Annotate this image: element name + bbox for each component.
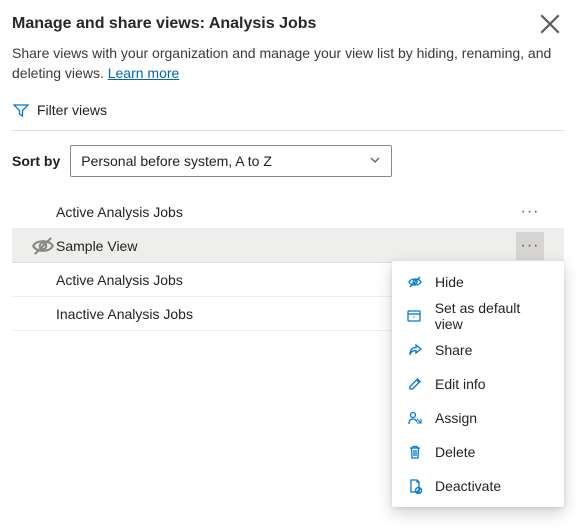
menu-item-label: Set as default view bbox=[435, 300, 550, 332]
menu-item-delete[interactable]: Delete bbox=[392, 435, 564, 469]
menu-item-label: Delete bbox=[435, 444, 475, 460]
assign-icon bbox=[406, 410, 423, 427]
menu-item-assign[interactable]: Assign bbox=[392, 401, 564, 435]
deactivate-icon bbox=[406, 478, 423, 495]
learn-more-link[interactable]: Learn more bbox=[108, 65, 180, 81]
view-row[interactable]: Sample View ··· bbox=[12, 229, 564, 263]
filter-label: Filter views bbox=[37, 102, 107, 118]
menu-item-share[interactable]: Share bbox=[392, 333, 564, 367]
close-button[interactable] bbox=[536, 10, 564, 38]
hidden-icon bbox=[30, 233, 56, 259]
description-text: Share views with your organization and m… bbox=[12, 45, 551, 81]
sort-by-select[interactable]: Personal before system, A to Z bbox=[70, 145, 392, 177]
menu-item-label: Deactivate bbox=[435, 478, 501, 494]
chevron-down-icon bbox=[369, 153, 381, 169]
delete-icon bbox=[406, 444, 423, 461]
row-more-button[interactable]: ··· bbox=[516, 232, 544, 260]
filter-views-button[interactable]: Filter views bbox=[12, 101, 564, 131]
hide-icon bbox=[406, 274, 423, 291]
dialog-description: Share views with your organization and m… bbox=[12, 44, 564, 83]
menu-item-set-default[interactable]: Set as default view bbox=[392, 299, 564, 333]
view-name: Active Analysis Jobs bbox=[56, 204, 510, 220]
edit-icon bbox=[406, 376, 423, 393]
sort-by-label: Sort by bbox=[12, 153, 60, 169]
row-more-button[interactable]: ··· bbox=[516, 198, 544, 226]
share-icon bbox=[406, 342, 423, 359]
view-name: Sample View bbox=[56, 238, 510, 254]
context-menu: Hide Set as default view Share Edit info… bbox=[392, 261, 564, 507]
view-row[interactable]: Active Analysis Jobs ··· bbox=[12, 195, 564, 229]
filter-icon bbox=[12, 101, 29, 118]
default-icon bbox=[406, 308, 423, 325]
menu-item-label: Assign bbox=[435, 410, 477, 426]
menu-item-label: Share bbox=[435, 342, 472, 358]
menu-item-label: Edit info bbox=[435, 376, 486, 392]
sort-selected-value: Personal before system, A to Z bbox=[81, 153, 272, 169]
menu-item-edit[interactable]: Edit info bbox=[392, 367, 564, 401]
menu-item-hide[interactable]: Hide bbox=[392, 265, 564, 299]
menu-item-label: Hide bbox=[435, 274, 464, 290]
dialog-title: Manage and share views: Analysis Jobs bbox=[12, 15, 316, 33]
menu-item-deactivate[interactable]: Deactivate bbox=[392, 469, 564, 503]
